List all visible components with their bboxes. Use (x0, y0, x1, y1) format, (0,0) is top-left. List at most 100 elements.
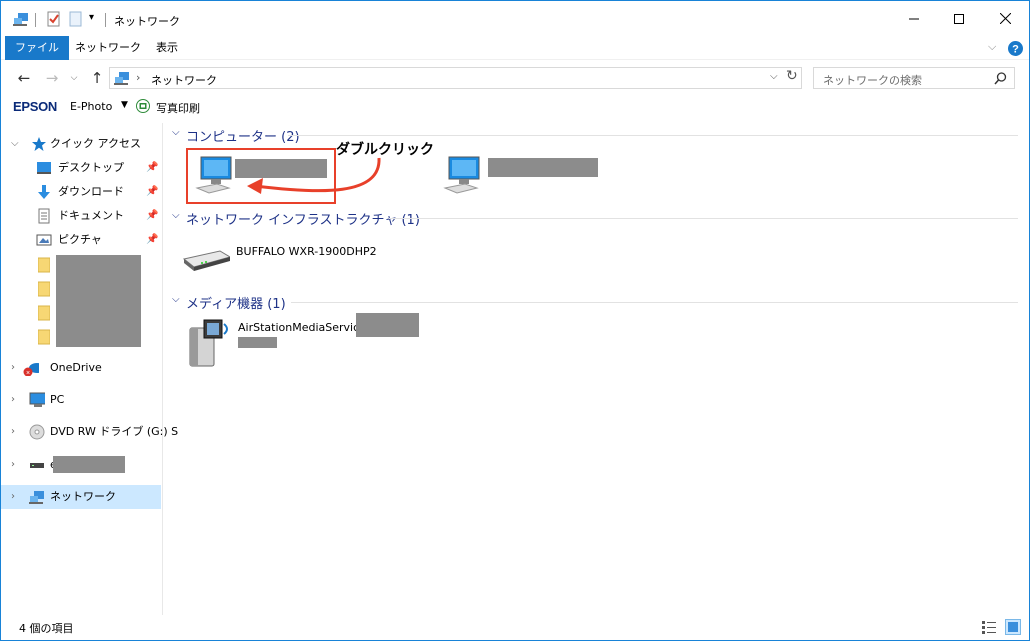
chevron-right-icon[interactable]: › (11, 485, 15, 509)
media-server-item[interactable]: AirStationMediaService[ (184, 313, 429, 367)
photo-print-icon[interactable] (136, 99, 150, 113)
nav-label: ピクチャ (58, 233, 102, 246)
folder-icon[interactable] (38, 257, 50, 273)
nav-pc[interactable]: › PC (1, 389, 161, 411)
nav-label: ドキュメント (58, 209, 124, 222)
group-header-computers[interactable]: コンピューター (2) (186, 126, 300, 145)
redacted-media-name (356, 313, 419, 337)
tab-file[interactable]: ファイル (5, 36, 69, 60)
tab-view[interactable]: 表示 (144, 36, 190, 60)
computer-icon (443, 156, 480, 194)
separator (35, 13, 36, 27)
address-row: ← → ⌵ ↑ › ネットワーク ⌵ ↻ ネットワークの検索 (1, 63, 1029, 93)
maximize-icon (954, 13, 964, 24)
nav-documents[interactable]: ドキュメント 📌 (1, 205, 161, 227)
nav-desktop[interactable]: デスクトップ 📌 (1, 157, 161, 179)
pictures-icon (36, 234, 52, 246)
separator (105, 13, 106, 27)
network-icon (29, 491, 44, 504)
nav-drive[interactable]: › e (1, 454, 161, 476)
star-icon (32, 137, 46, 151)
address-bar[interactable]: › ネットワーク ⌵ ↻ (109, 67, 802, 89)
pin-icon[interactable]: 📌 (146, 157, 158, 179)
pin-icon[interactable]: 📌 (146, 181, 158, 203)
nav-onedrive[interactable]: › × OneDrive (1, 357, 161, 379)
chevron-right-icon[interactable]: › (11, 454, 15, 476)
item-count: 4 個の項目 (19, 622, 74, 635)
search-placeholder: ネットワークの検索 (823, 74, 922, 87)
annotation-arrow-icon (247, 157, 381, 194)
title-bar: ▾ ネットワーク (1, 1, 1029, 36)
group-collapse-icon[interactable]: ⌵ (172, 294, 180, 305)
nav-label: ダウンロード (58, 185, 124, 198)
minimize-icon (909, 18, 919, 19)
svg-text:?: ? (1012, 44, 1019, 56)
folder-icon[interactable] (38, 281, 50, 297)
photo-print-button[interactable]: 写真印刷 (156, 100, 200, 116)
e-photo-dropdown-icon[interactable]: ▼ (121, 100, 128, 110)
forward-arrow-icon[interactable]: → (43, 69, 61, 87)
ribbon-expand-icon[interactable]: ⌵ (988, 40, 996, 54)
close-button[interactable] (982, 1, 1028, 36)
nav-label: クイック アクセス (50, 137, 141, 150)
document-icon (38, 208, 50, 224)
download-icon (38, 185, 50, 199)
e-photo-button[interactable]: E-Photo (70, 100, 112, 113)
help-icon[interactable]: ? (1008, 41, 1023, 56)
chevron-down-icon[interactable]: ⌵ (11, 133, 19, 155)
epson-toolbar: EPSON E-Photo ▼ 写真印刷 (1, 95, 1029, 119)
computer-item-2[interactable] (437, 151, 607, 201)
group-header-media[interactable]: メディア機器 (1) (186, 293, 286, 312)
breadcrumb-chevron-icon: › (136, 71, 141, 84)
folder-icon[interactable] (38, 305, 50, 321)
back-arrow-icon[interactable]: ← (15, 69, 33, 87)
window-title: ネットワーク (114, 15, 180, 28)
status-bar: 4 個の項目 (1, 615, 1029, 640)
chevron-right-icon[interactable]: › (11, 389, 15, 411)
network-icon[interactable] (13, 11, 29, 29)
close-icon (999, 13, 1011, 24)
navigation-pane: ⌵ クイック アクセス デスクトップ 📌 ダウンロード 📌 ドキュメント 📌 ピ… (1, 123, 178, 615)
recent-dropdown-icon[interactable]: ⌵ (65, 69, 83, 87)
large-icons-view-icon[interactable] (1005, 619, 1021, 635)
pin-icon[interactable]: 📌 (146, 205, 158, 227)
dvd-icon (29, 424, 45, 440)
nav-pictures[interactable]: ピクチャ 📌 (1, 229, 161, 251)
media-server-icon (189, 319, 228, 367)
address-dropdown-icon[interactable]: ⌵ (770, 71, 778, 82)
new-folder-icon[interactable] (68, 11, 84, 29)
group-divider (288, 135, 1018, 136)
chevron-right-icon[interactable]: › (11, 421, 15, 443)
redacted-computer-name (488, 158, 598, 177)
search-input[interactable]: ネットワークの検索 (813, 67, 1015, 89)
media-server-name: AirStationMediaService[ (238, 321, 371, 334)
group-collapse-icon[interactable]: ⌵ (172, 210, 180, 221)
nav-label: OneDrive (50, 361, 102, 374)
nav-dvd-drive[interactable]: › DVD RW ドライブ (G:) S (1, 421, 178, 443)
details-view-icon[interactable] (981, 620, 997, 634)
ribbon-tabs: ファイル ネットワーク 表示 ⌵ ? (1, 36, 1029, 60)
router-item[interactable]: BUFFALO WXR-1900DHP2 (180, 237, 410, 277)
chevron-right-icon[interactable]: › (11, 357, 15, 379)
refresh-icon[interactable]: ↻ (786, 68, 798, 84)
nav-quick-access[interactable]: ⌵ クイック アクセス (1, 133, 161, 155)
nav-label: ネットワーク (50, 490, 116, 503)
breadcrumb-network[interactable]: ネットワーク (151, 72, 217, 88)
router-icon (182, 250, 230, 271)
group-header-infrastructure[interactable]: ネットワーク インフラストラクチャ (1) (186, 209, 420, 228)
redacted-media-subtitle (238, 337, 277, 348)
nav-downloads[interactable]: ダウンロード 📌 (1, 181, 161, 203)
nav-network[interactable]: › ネットワーク (1, 485, 161, 509)
folder-icon[interactable] (38, 329, 50, 345)
properties-icon[interactable] (46, 11, 62, 29)
pin-icon[interactable]: 📌 (146, 229, 158, 251)
search-icon (994, 72, 1007, 85)
group-collapse-icon[interactable]: ⌵ (172, 127, 180, 138)
drive-icon (30, 463, 44, 468)
redacted-drive-name (53, 456, 125, 473)
maximize-button[interactable] (936, 1, 982, 36)
minimize-button[interactable] (891, 1, 937, 36)
up-arrow-icon[interactable]: ↑ (88, 69, 106, 87)
quick-access-dropdown-icon[interactable]: ▾ (89, 12, 94, 30)
tab-network[interactable]: ネットワーク (63, 36, 153, 60)
